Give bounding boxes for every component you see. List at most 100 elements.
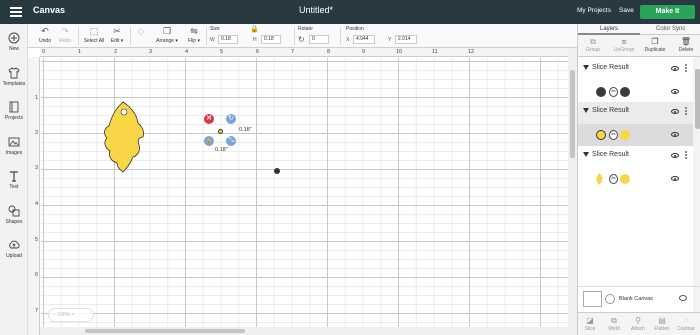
- zoom-out-icon[interactable]: −: [53, 312, 56, 318]
- offset-button[interactable]: ◇: [134, 26, 148, 38]
- rotate-input[interactable]: 0: [309, 35, 329, 44]
- my-projects-link[interactable]: My Projects: [577, 7, 611, 14]
- shapes-icon: [8, 205, 20, 217]
- zoom-in-icon[interactable]: +: [72, 312, 75, 318]
- ruler-number: 2: [114, 49, 118, 55]
- width-label: W: [210, 37, 215, 43]
- visibility-eye-icon[interactable]: [671, 89, 679, 94]
- flatten-button[interactable]: ▤ Flatten: [650, 316, 674, 332]
- delete-button[interactable]: 🗑 Delete: [671, 37, 700, 53]
- horizontal-scrollbar[interactable]: [40, 327, 568, 335]
- ruler-number: 1: [35, 95, 39, 101]
- cut-operation-icon[interactable]: ✂: [609, 130, 618, 140]
- ruler-number: 2: [35, 130, 39, 136]
- delete-handle[interactable]: ✕: [204, 114, 214, 124]
- cut-operation-icon[interactable]: ✂: [609, 174, 618, 184]
- sidebar-item-shapes[interactable]: Shapes: [0, 205, 28, 225]
- save-button[interactable]: Save: [619, 7, 634, 14]
- layer-row[interactable]: ✂: [578, 168, 693, 190]
- chevron-down-icon[interactable]: [583, 108, 589, 113]
- lock-icon[interactable]: 🔒: [250, 25, 259, 33]
- edit-label: Edit: [110, 38, 120, 44]
- layer-row[interactable]: ✂: [578, 81, 693, 103]
- layer-group[interactable]: Slice Result ✂: [578, 102, 693, 146]
- arrange-menu[interactable]: ❐ Arrange ▾: [154, 26, 180, 44]
- layer-group-name: Slice Result: [592, 151, 629, 158]
- layer-thumbnail: [620, 87, 630, 97]
- blank-canvas-row[interactable]: Blank Canvas: [578, 286, 700, 312]
- edit-menu[interactable]: ✂ Edit ▾: [108, 26, 126, 44]
- blank-canvas-swatch[interactable]: [583, 291, 602, 307]
- visibility-eye-icon[interactable]: [671, 66, 679, 71]
- layer-group[interactable]: Slice Result ✂: [578, 59, 693, 103]
- select-all-label: Select All: [83, 38, 105, 44]
- resize-handle[interactable]: ⤡: [226, 136, 236, 146]
- more-options-icon[interactable]: [685, 107, 687, 117]
- visibility-eye-icon[interactable]: [671, 132, 679, 137]
- duplicate-button[interactable]: ❐ Duplicate: [640, 37, 670, 53]
- sidebar-item-templates[interactable]: Templates: [0, 67, 28, 87]
- hide-eye-icon[interactable]: [679, 295, 687, 301]
- layer-group[interactable]: Slice Result ✂: [578, 146, 693, 190]
- arrange-label: Arrange: [156, 38, 174, 44]
- black-dot-shape[interactable]: [274, 168, 280, 174]
- make-it-button[interactable]: Make It: [640, 5, 695, 19]
- weld-icon: ⧉: [611, 316, 617, 325]
- sidebar-item-projects[interactable]: Projects: [0, 101, 28, 121]
- undo-button[interactable]: ↶ Undo: [38, 26, 52, 44]
- undo-icon: ↶: [41, 26, 49, 36]
- cut-operation-icon[interactable]: ✂: [609, 87, 618, 97]
- layer-row[interactable]: ✂: [578, 124, 693, 146]
- flip-menu[interactable]: ⇋ Flip ▾: [184, 26, 204, 44]
- visibility-eye-icon[interactable]: [671, 176, 679, 181]
- leaf-shape[interactable]: [101, 101, 147, 173]
- ungroup-button[interactable]: ⧈ UnGroup: [609, 37, 639, 53]
- y-position-input[interactable]: 2.014: [395, 35, 417, 44]
- ruler-number: 6: [256, 49, 260, 55]
- x-label: X: [346, 37, 350, 43]
- attach-icon: ⚲: [635, 316, 641, 325]
- selected-dot[interactable]: [218, 129, 223, 134]
- attach-button[interactable]: ⚲ Attach: [626, 316, 650, 332]
- rotate-icon: ↻: [298, 35, 305, 44]
- ruler-number: 5: [220, 49, 224, 55]
- width-input[interactable]: 0.18: [218, 35, 238, 44]
- chevron-down-icon[interactable]: [583, 65, 589, 70]
- slice-button[interactable]: ◪ Slice: [578, 316, 602, 332]
- color-swatch[interactable]: [596, 130, 606, 140]
- sidebar-item-new[interactable]: New: [0, 32, 28, 52]
- chevron-down-icon[interactable]: [583, 152, 589, 157]
- sidebar-item-text[interactable]: Text: [0, 170, 28, 190]
- more-options-icon[interactable]: [685, 64, 687, 74]
- vertical-scrollbar[interactable]: [568, 48, 577, 335]
- height-input[interactable]: 0.18: [261, 35, 281, 44]
- more-options-icon[interactable]: [685, 151, 687, 161]
- duplicate-label: Duplicate: [644, 47, 666, 53]
- canvas-color-swatch[interactable]: [605, 294, 615, 304]
- color-swatch[interactable]: [596, 87, 606, 97]
- x-position-input[interactable]: 4.944: [353, 35, 375, 44]
- visibility-eye-icon[interactable]: [671, 153, 679, 158]
- sidebar-item-upload[interactable]: Upload: [0, 239, 28, 259]
- visibility-eye-icon[interactable]: [671, 109, 679, 114]
- tab-layers[interactable]: Layers: [600, 26, 618, 32]
- tab-color-sync[interactable]: Color Sync: [656, 26, 685, 32]
- layer-actions-bar: ◪ Slice ⧉ Weld ⚲ Attach ▤ Flatten ◌ Contour: [578, 312, 700, 335]
- rotate-handle[interactable]: ↻: [226, 114, 236, 124]
- layers-scrollbar[interactable]: [693, 57, 700, 312]
- ruler-number: 7: [35, 308, 39, 314]
- group-button[interactable]: ⧉ Group: [578, 37, 608, 53]
- document-title[interactable]: Untitled*: [0, 5, 632, 15]
- layer-thumbnail: [620, 130, 630, 140]
- design-canvas[interactable]: 0 1 2 3 4 5 6 7 8 9 10 11 12 1 2 3 4 5 6…: [28, 48, 568, 335]
- ruler-number: 12: [468, 49, 475, 55]
- lock-handle[interactable]: 🔒: [204, 136, 214, 146]
- select-all-button[interactable]: ⬚ Select All: [82, 26, 106, 44]
- zoom-control[interactable]: − 100% +: [48, 308, 94, 322]
- duplicate-icon: ❐: [651, 37, 659, 46]
- sidebar-item-images[interactable]: Images: [0, 136, 28, 156]
- redo-button[interactable]: ↷ Redo: [58, 26, 72, 44]
- weld-button[interactable]: ⧉ Weld: [602, 316, 626, 332]
- contour-button[interactable]: ◌ Contour: [674, 316, 698, 332]
- layer-thumbnail: [620, 174, 630, 184]
